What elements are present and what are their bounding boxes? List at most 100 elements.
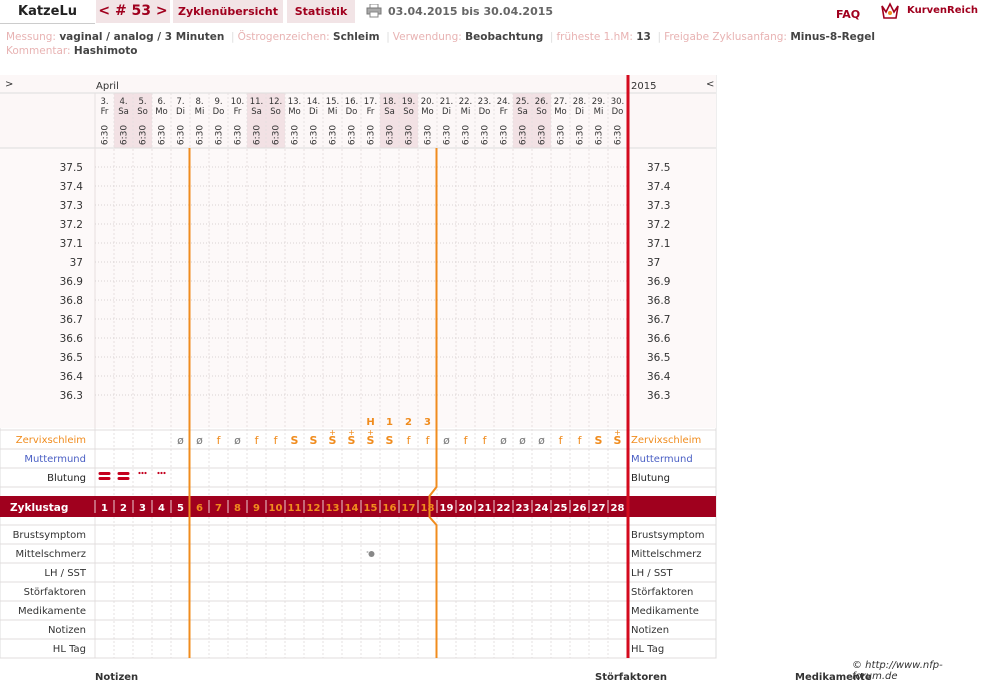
measure-time: 6:30 bbox=[120, 125, 130, 145]
meta-separator: | bbox=[231, 31, 235, 43]
weekday: Di bbox=[176, 107, 185, 117]
temp-label-left: 36.7 bbox=[60, 314, 83, 326]
peak-mark: 2 bbox=[405, 417, 412, 428]
faq-link[interactable]: FAQ bbox=[836, 8, 860, 21]
weekday: Di bbox=[309, 107, 318, 117]
cervix-label-left: Muttermund bbox=[24, 454, 86, 465]
weekday: Do bbox=[346, 107, 358, 117]
lower-row-label-left: HL Tag bbox=[53, 644, 86, 655]
cycle-nav[interactable]: < # 53 > bbox=[96, 0, 170, 23]
cycle-day-number: 13 bbox=[326, 503, 340, 514]
lower-row-label-left: Mittelschmerz bbox=[16, 549, 86, 560]
day-number: 27. bbox=[554, 97, 568, 107]
day-number: 6. bbox=[157, 97, 165, 107]
weekday: Sa bbox=[251, 107, 262, 117]
day-number: 19. bbox=[402, 97, 416, 107]
bleeding-light-dot bbox=[141, 471, 144, 475]
user-tab[interactable]: KatzeLu bbox=[0, 0, 95, 24]
brand-name[interactable]: KurvenReich bbox=[907, 5, 978, 16]
temp-label-right: 37.1 bbox=[647, 238, 670, 250]
measure-time: 6:30 bbox=[253, 125, 263, 145]
temp-label-left: 37.3 bbox=[60, 200, 83, 212]
cycle-day-number: 9 bbox=[253, 503, 260, 514]
day-number: 5. bbox=[138, 97, 146, 107]
weekday: So bbox=[137, 107, 148, 117]
bleeding-heavy-mark bbox=[98, 477, 111, 480]
measure-time: 6:30 bbox=[519, 125, 529, 145]
measure-time: 6:30 bbox=[177, 125, 187, 145]
temp-label-left: 37.2 bbox=[60, 219, 83, 231]
nav-next: < bbox=[706, 79, 714, 90]
lower-row-label-right: LH / SST bbox=[631, 568, 674, 579]
weekday: Fr bbox=[234, 107, 242, 117]
comment-value: Hashimoto bbox=[73, 45, 138, 57]
cycle-day-number: 4 bbox=[158, 503, 165, 514]
mucus-value: ø bbox=[443, 434, 450, 447]
day-number: 15. bbox=[326, 97, 340, 107]
lower-row-label-right: Mittelschmerz bbox=[631, 549, 701, 560]
year-label: 2015 bbox=[631, 81, 656, 92]
bleeding-light-dot bbox=[160, 471, 163, 475]
mucus-value: ø bbox=[538, 434, 545, 447]
weekday: Mo bbox=[288, 107, 301, 117]
day-number: 4. bbox=[119, 97, 127, 107]
bleeding-heavy-mark bbox=[117, 477, 130, 480]
weekday: Di bbox=[575, 107, 584, 117]
printer-icon[interactable] bbox=[366, 4, 382, 18]
cycle-day-number: 19 bbox=[440, 503, 454, 514]
weekday: Di bbox=[442, 107, 451, 117]
day-number: 26. bbox=[535, 97, 549, 107]
weekday: Mo bbox=[554, 107, 567, 117]
lower-row-label-left: LH / SST bbox=[44, 568, 87, 579]
weekday: Mi bbox=[328, 107, 338, 117]
mucus-value: ø bbox=[500, 434, 507, 447]
mucus-plus: + bbox=[348, 428, 355, 437]
mucus-value: ø bbox=[519, 434, 526, 447]
lower-row-label-left: Notizen bbox=[48, 625, 86, 636]
meta-row-2: Kommentar: Hashimoto bbox=[6, 45, 138, 57]
crown-logo-icon[interactable] bbox=[880, 2, 900, 20]
lower-row-label-right: HL Tag bbox=[631, 644, 664, 655]
meta-row-1: Messung: vaginal / analog / 3 Minuten | Ö… bbox=[6, 31, 875, 43]
day-number: 16. bbox=[345, 97, 359, 107]
day-number: 18. bbox=[383, 97, 397, 107]
tab-statistics[interactable]: Statistik bbox=[287, 0, 355, 23]
meta-key: Östrogenzeichen: bbox=[237, 31, 334, 43]
weekday: Mo bbox=[421, 107, 434, 117]
weekday: Fr bbox=[500, 107, 508, 117]
bleeding-heavy-mark bbox=[98, 472, 111, 475]
peak-mark: 3 bbox=[424, 417, 431, 428]
weekday: Do bbox=[213, 107, 225, 117]
temp-label-left: 37.1 bbox=[60, 238, 83, 250]
lower-row-label-right: Notizen bbox=[631, 625, 669, 636]
measure-time: 6:30 bbox=[272, 125, 282, 145]
cycle-day-number: 21 bbox=[478, 503, 492, 514]
date-range: 03.04.2015 bis 30.04.2015 bbox=[388, 5, 554, 18]
lower-row-label-right: Medikamente bbox=[631, 606, 699, 617]
meta-separator: | bbox=[386, 31, 390, 43]
bleeding-heavy-mark bbox=[117, 472, 130, 475]
temp-label-left: 36.9 bbox=[60, 276, 83, 288]
cycle-day-number: 3 bbox=[139, 503, 146, 514]
measure-time: 6:30 bbox=[139, 125, 149, 145]
weekday: Sa bbox=[118, 107, 129, 117]
cycle-day-number: 2 bbox=[120, 503, 127, 514]
day-number: 22. bbox=[459, 97, 473, 107]
comment-key: Kommentar: bbox=[6, 45, 74, 57]
day-number: 20. bbox=[421, 97, 435, 107]
month-label: April bbox=[96, 81, 119, 92]
lower-row-label-right: Störfaktoren bbox=[631, 587, 693, 598]
cycle-day-number: 11 bbox=[288, 503, 302, 514]
meta-value: Minus-8-Regel bbox=[790, 31, 876, 43]
mucus-plus: + bbox=[614, 428, 621, 437]
temp-label-left: 37 bbox=[70, 257, 83, 269]
measure-time: 6:30 bbox=[595, 125, 605, 145]
tab-cycle-overview[interactable]: Zyklenübersicht bbox=[173, 0, 283, 23]
day-number: 9. bbox=[214, 97, 222, 107]
day-number: 30. bbox=[611, 97, 625, 107]
cycle-day-number: 17 bbox=[402, 503, 416, 514]
meta-key: Freigabe Zyklusanfang: bbox=[664, 31, 791, 43]
bleeding-light-dot bbox=[157, 471, 160, 475]
mucus-value: S bbox=[595, 434, 603, 447]
measure-time: 6:30 bbox=[443, 125, 453, 145]
